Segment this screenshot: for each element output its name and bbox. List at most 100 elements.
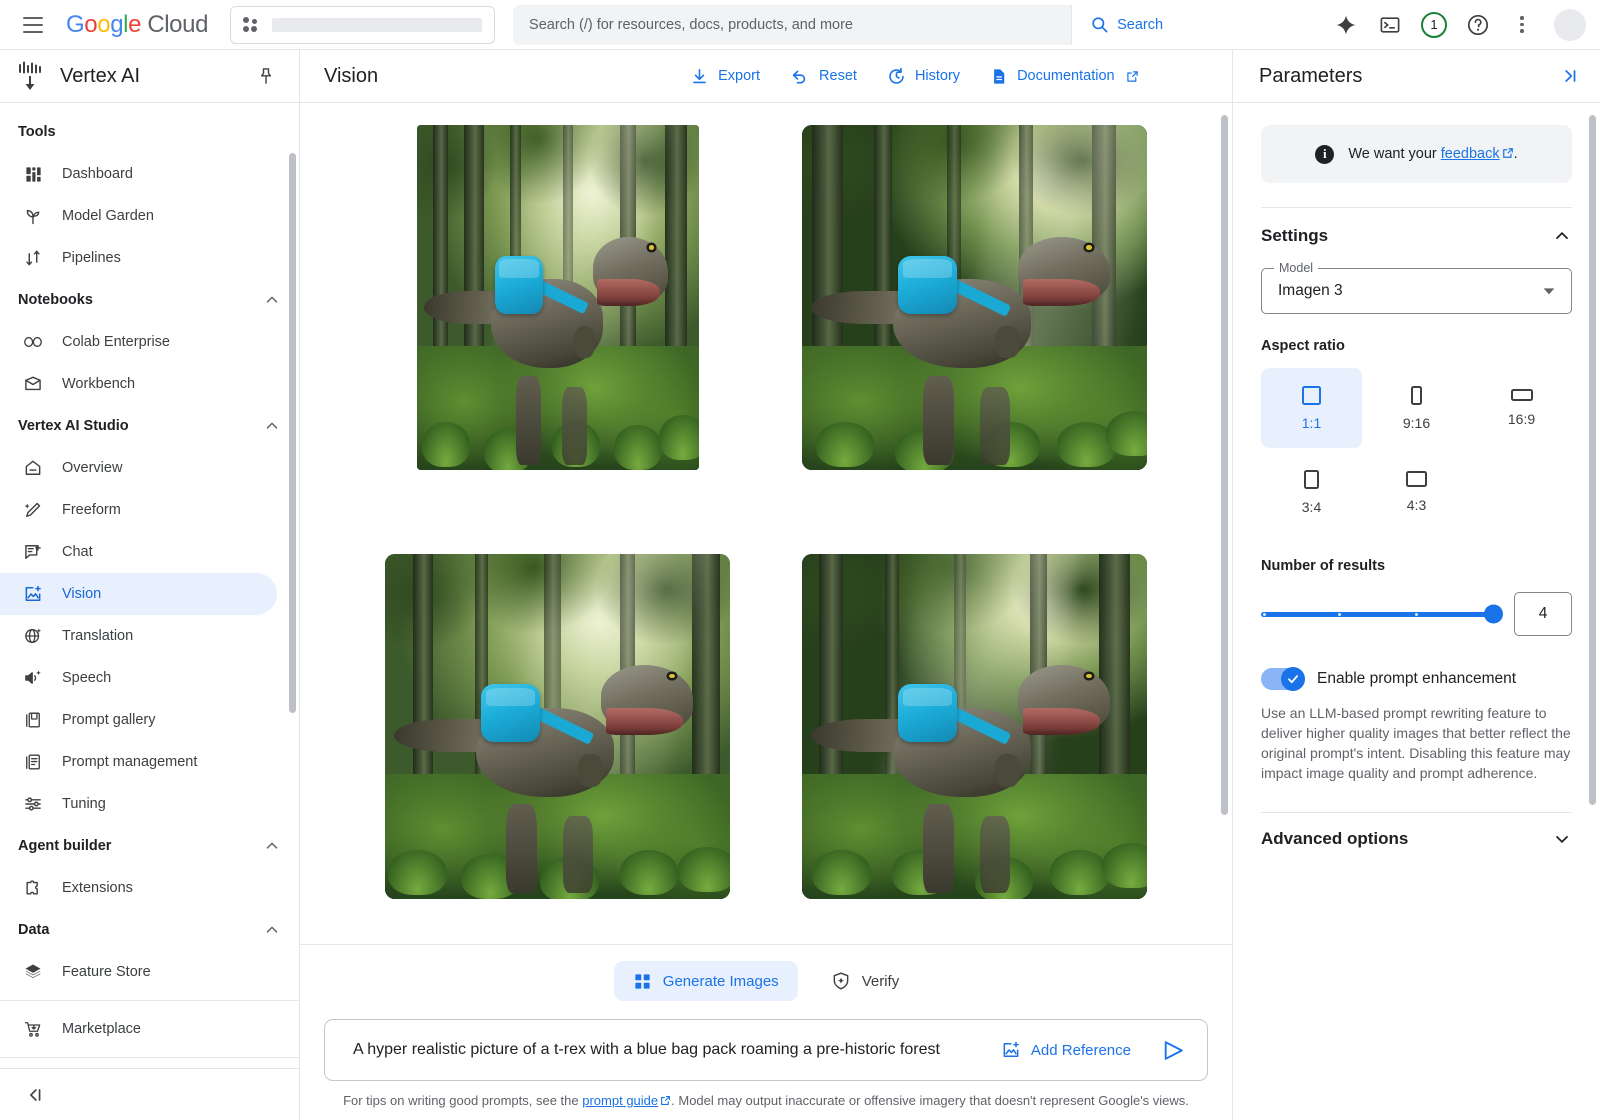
parameters-panel: Parameters i We want your feedback. Sett…: [1232, 50, 1600, 1120]
globe-sparkle-icon: [22, 625, 44, 647]
chevron-up-icon: [263, 291, 281, 309]
sidebar-section-data[interactable]: Data: [0, 909, 299, 951]
sidebar-item-prompt-management[interactable]: Prompt management: [0, 741, 277, 783]
advanced-options-header[interactable]: Advanced options: [1261, 813, 1572, 869]
portrait-shape-icon: [1411, 386, 1422, 405]
sidebar-item-label: Dashboard: [62, 166, 133, 182]
sidebar-item-speech[interactable]: Speech: [0, 657, 277, 699]
documentation-button[interactable]: Documentation: [978, 58, 1151, 94]
cart-icon: [22, 1018, 44, 1040]
sidebar-section-tools: Tools: [0, 111, 299, 153]
feedback-link[interactable]: feedback: [1441, 146, 1500, 162]
colab-icon: [22, 331, 44, 353]
tab-verify[interactable]: Verify: [812, 961, 919, 1001]
aspect-ratio-4-3[interactable]: 4:3: [1366, 452, 1467, 532]
sidebar-item-freeform[interactable]: Freeform: [0, 489, 277, 531]
prompt-enhancement-toggle[interactable]: [1261, 668, 1303, 690]
sprout-icon: [22, 205, 44, 227]
generated-image-2[interactable]: [802, 125, 1147, 470]
aspect-ratio-9-16[interactable]: 9:16: [1366, 368, 1467, 448]
help-icon[interactable]: [1458, 5, 1498, 45]
aspect-ratio-1-1[interactable]: 1:1: [1261, 368, 1362, 448]
check-icon: [1286, 672, 1300, 686]
google-cloud-logo[interactable]: Google Cloud: [66, 11, 208, 39]
settings-section-header[interactable]: Settings: [1261, 226, 1572, 246]
composer-footnote: For tips on writing good prompts, see th…: [324, 1093, 1208, 1108]
aspect-ratio-16-9[interactable]: 16:9: [1471, 368, 1572, 448]
gemini-sparkle-icon[interactable]: [1326, 5, 1366, 45]
history-button[interactable]: History: [875, 58, 972, 94]
results-gallery: [300, 103, 1232, 944]
pin-icon[interactable]: [249, 59, 283, 93]
section-label: Agent builder: [18, 838, 111, 854]
project-selector[interactable]: [230, 6, 495, 44]
info-icon: i: [1315, 145, 1334, 164]
sidebar-item-label: Chat: [62, 544, 93, 560]
menu-icon[interactable]: [12, 4, 54, 46]
sidebar-section-notebooks[interactable]: Notebooks: [0, 279, 299, 321]
sidebar-item-label: Workbench: [62, 376, 135, 392]
feedback-suffix: .: [1514, 146, 1518, 162]
sidebar-item-chat[interactable]: Chat: [0, 531, 277, 573]
collapse-sidebar-icon[interactable]: [24, 1084, 46, 1106]
model-select[interactable]: Model Imagen 3: [1261, 268, 1572, 314]
notifications-button[interactable]: 1: [1414, 5, 1454, 45]
reset-button[interactable]: Reset: [778, 58, 869, 94]
send-prompt-button[interactable]: [1153, 1030, 1193, 1070]
sidebar-item-translation[interactable]: Translation: [0, 615, 277, 657]
results-slider[interactable]: [1261, 612, 1494, 617]
sidebar-section-vertex-ai-studio[interactable]: Vertex AI Studio: [0, 405, 299, 447]
generated-image-1[interactable]: [417, 125, 699, 470]
sidebar-item-label: Pipelines: [62, 250, 121, 266]
results-value-box[interactable]: 4: [1514, 592, 1572, 636]
prompt-guide-link[interactable]: prompt guide: [582, 1093, 658, 1108]
sidebar-item-vision[interactable]: Vision: [0, 573, 277, 615]
sidebar-item-overview[interactable]: Overview: [0, 447, 277, 489]
generated-image-3[interactable]: [385, 554, 730, 899]
sidebar-item-feature-store[interactable]: Feature Store: [0, 951, 277, 993]
aspect-ratio-label-value: 1:1: [1302, 415, 1321, 431]
portrait-shape-icon: [1304, 470, 1319, 489]
history-icon: [887, 67, 906, 86]
sidebar-item-prompt-gallery[interactable]: Prompt gallery: [0, 699, 277, 741]
sidebar-nav: Tools Dashboard: [0, 103, 299, 1068]
search-input[interactable]: Search (/) for resources, docs, products…: [513, 5, 1071, 45]
more-options-icon[interactable]: [1502, 5, 1542, 45]
gallery-scrollbar[interactable]: [1221, 115, 1228, 815]
generated-image-4[interactable]: [802, 554, 1147, 899]
sidebar-item-label: Colab Enterprise: [62, 334, 170, 350]
sidebar-item-label: Overview: [62, 460, 122, 476]
sidebar-section-agent-builder[interactable]: Agent builder: [0, 825, 299, 867]
external-link-icon: [1502, 147, 1514, 159]
tune-icon: [22, 793, 44, 815]
sidebar-item-extensions[interactable]: Extensions: [0, 867, 277, 909]
magic-pencil-icon: [22, 499, 44, 521]
add-reference-button[interactable]: Add Reference: [995, 1040, 1137, 1060]
sidebar-item-pipelines[interactable]: Pipelines: [0, 237, 277, 279]
sidebar-scrollbar[interactable]: [289, 113, 296, 948]
slider-thumb[interactable]: [1484, 605, 1503, 624]
prompt-value[interactable]: A hyper realistic picture of a t-rex wit…: [353, 1041, 979, 1059]
aspect-ratio-3-4[interactable]: 3:4: [1261, 452, 1362, 532]
cloud-shell-icon[interactable]: [1370, 5, 1410, 45]
sidebar-item-workbench[interactable]: Workbench: [0, 363, 277, 405]
sidebar-item-marketplace[interactable]: Marketplace: [0, 1008, 277, 1050]
collapse-panel-icon[interactable]: [1558, 65, 1580, 87]
search-button[interactable]: Search: [1071, 5, 1185, 45]
parameters-scrollbar[interactable]: [1589, 115, 1596, 805]
sidebar-item-colab-enterprise[interactable]: Colab Enterprise: [0, 321, 277, 363]
sidebar-item-label: Freeform: [62, 502, 121, 518]
export-button[interactable]: Export: [678, 58, 772, 94]
feedback-text: We want your feedback.: [1348, 146, 1517, 162]
aspect-ratio-options: 1:1 9:16 16:9 3:4: [1261, 368, 1572, 532]
sidebar-item-tuning[interactable]: Tuning: [0, 783, 277, 825]
tab-generate-images[interactable]: Generate Images: [614, 961, 798, 1001]
sidebar-item-model-garden[interactable]: Model Garden: [0, 195, 277, 237]
avatar[interactable]: [1554, 9, 1586, 41]
prompt-input[interactable]: A hyper realistic picture of a t-rex wit…: [324, 1019, 1208, 1081]
feedback-prefix: We want your: [1348, 146, 1440, 162]
number-of-results-control: 4: [1261, 592, 1572, 636]
aspect-ratio-label-value: 9:16: [1403, 415, 1430, 431]
global-search[interactable]: Search (/) for resources, docs, products…: [513, 5, 1185, 45]
sidebar-item-dashboard[interactable]: Dashboard: [0, 153, 277, 195]
